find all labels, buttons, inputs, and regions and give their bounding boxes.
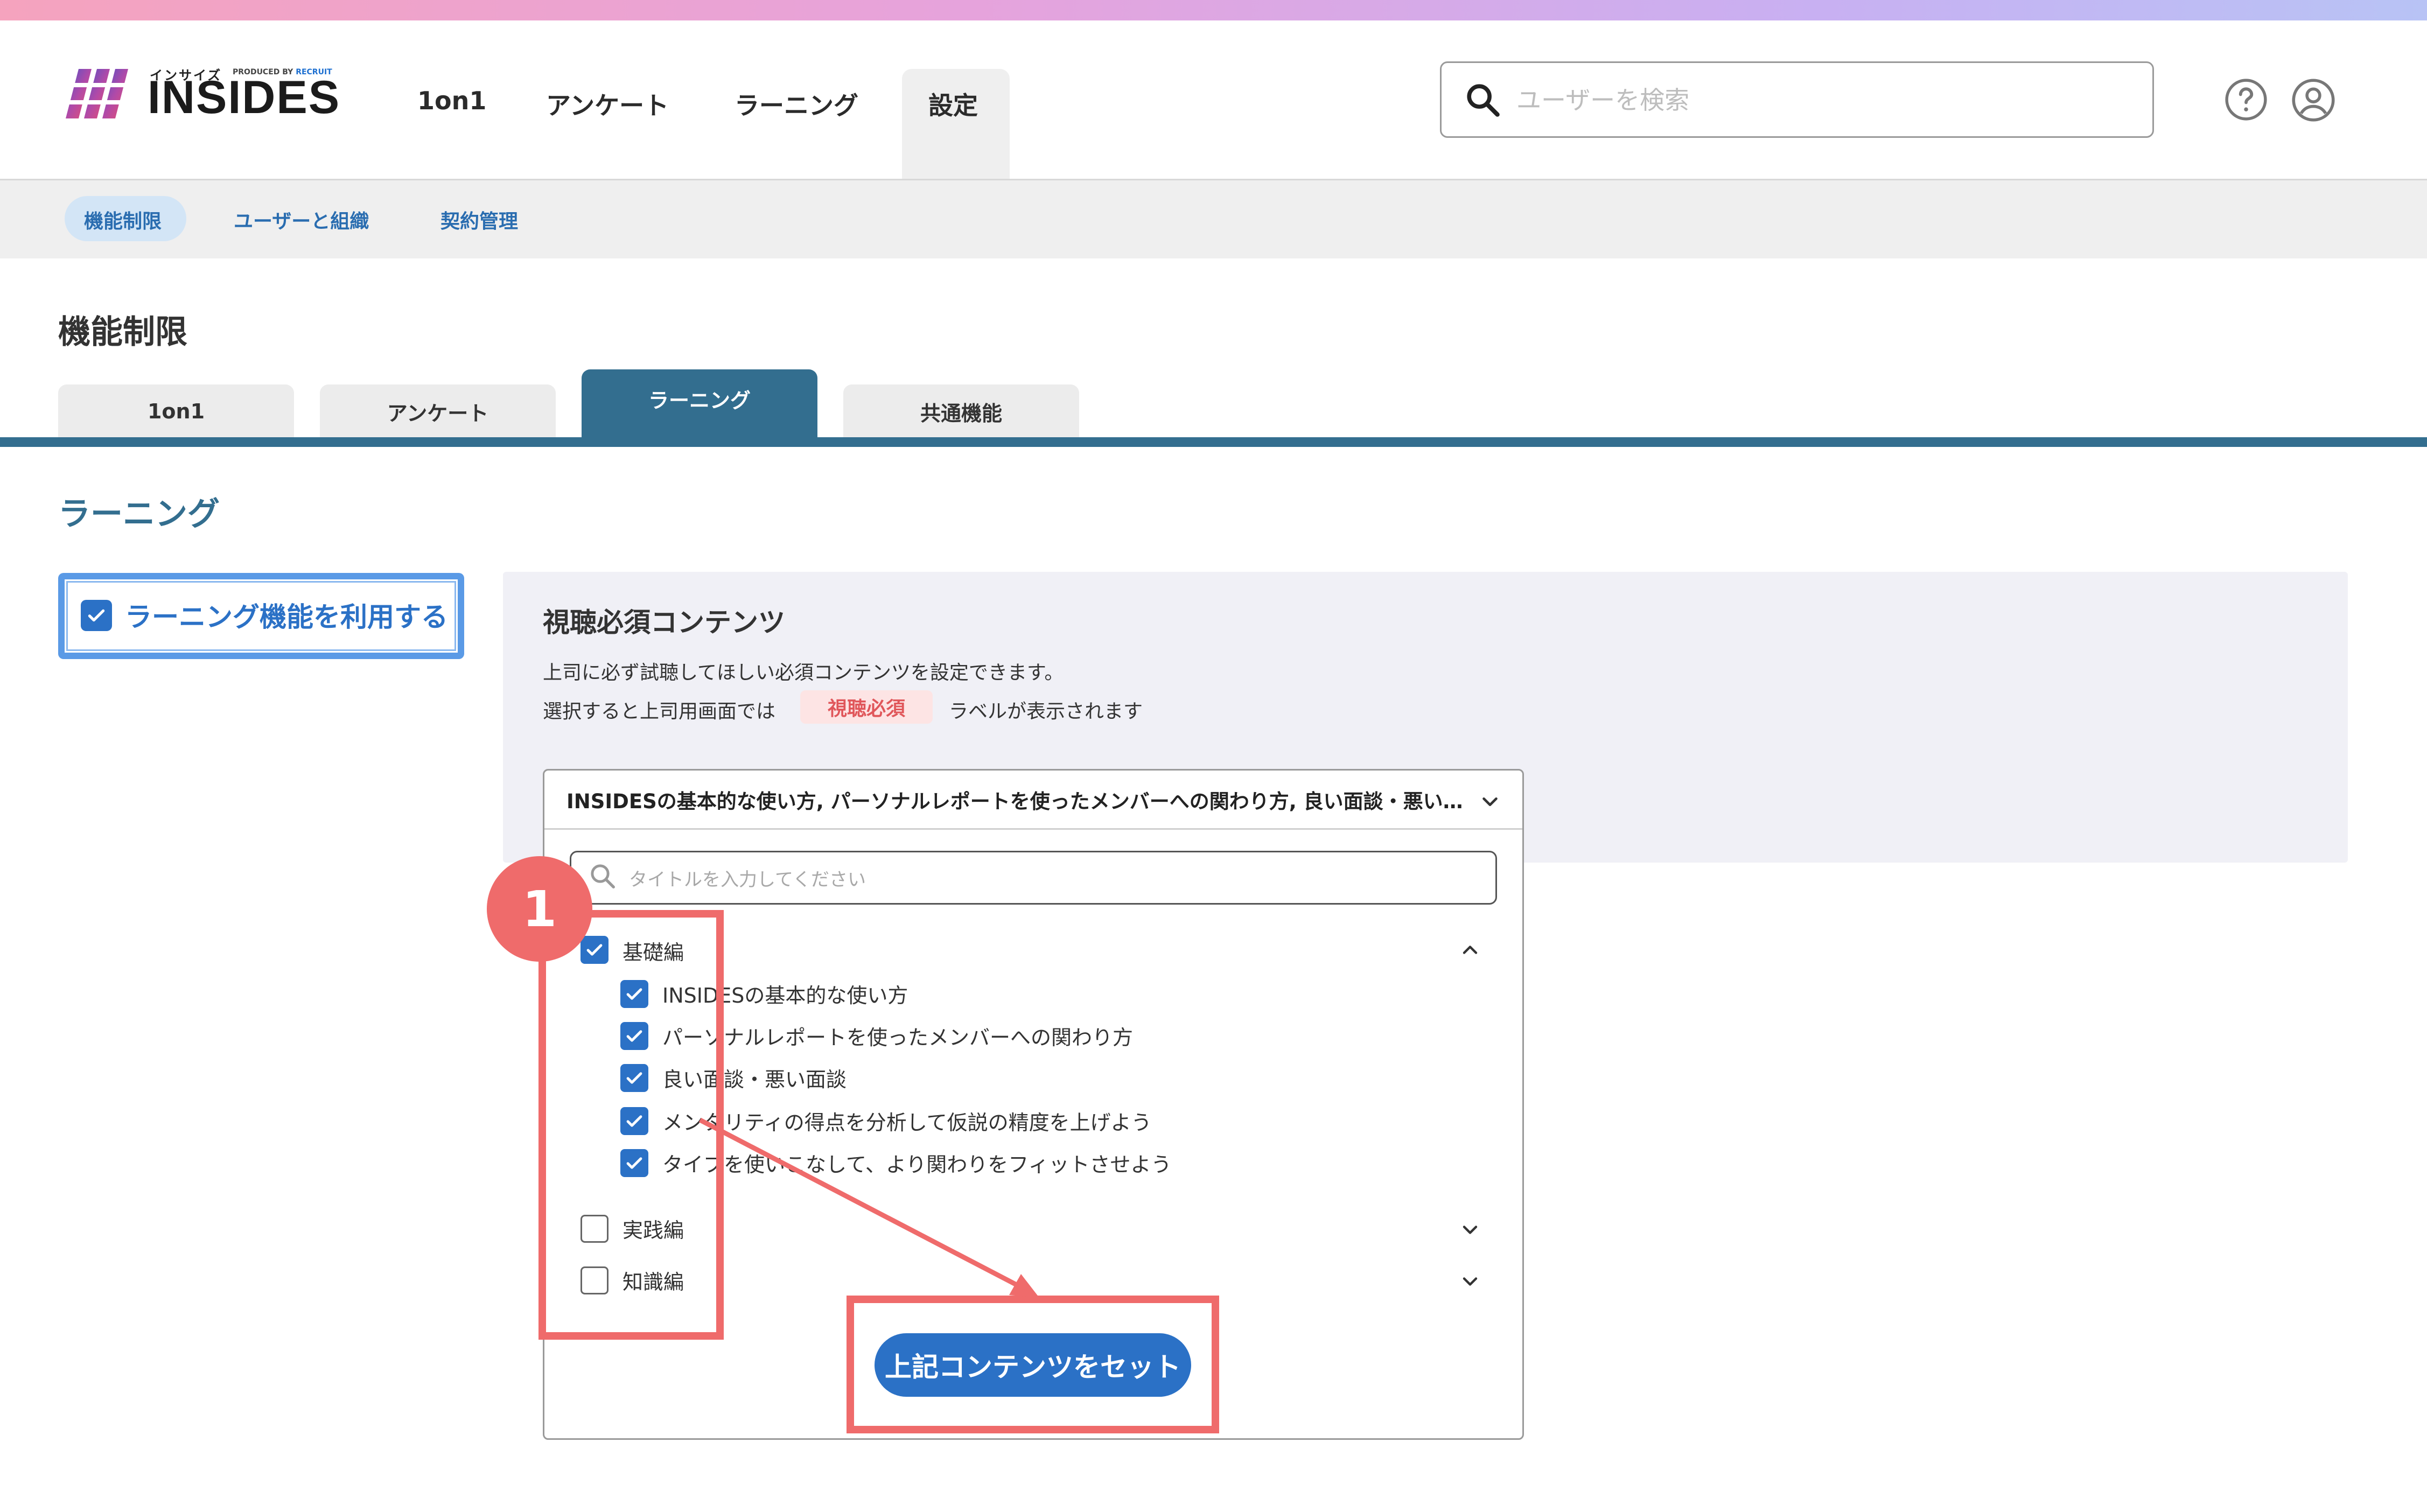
panel-description-2: 選択すると上司用画面では bbox=[543, 701, 776, 723]
dropdown-selected-value[interactable]: INSIDESの基本的な使い方, パーソナルレポートを使ったメンバーへの関わり方… bbox=[566, 785, 1463, 814]
tab-1on1[interactable]: 1on1 bbox=[58, 384, 294, 438]
annotation-highlight-checkboxes bbox=[538, 910, 724, 1340]
dropdown-divider bbox=[544, 828, 1522, 830]
filter-placeholder: タイトルを入力してください bbox=[629, 869, 866, 891]
panel-title: 視聴必須コンテンツ bbox=[543, 607, 785, 638]
nav-item-survey[interactable]: アンケート bbox=[546, 86, 669, 122]
chevron-down-icon[interactable] bbox=[1458, 1218, 1482, 1242]
tab-common-features[interactable]: 共通機能 bbox=[843, 384, 1079, 438]
chevron-up-icon[interactable] bbox=[1458, 938, 1482, 962]
item-label[interactable]: タイプを使いこなして、より関わりをフィットさせよう bbox=[662, 1148, 1171, 1178]
nav-active-background bbox=[902, 69, 1010, 179]
user-account-icon[interactable] bbox=[2291, 78, 2336, 123]
search-icon bbox=[1467, 84, 1500, 117]
logo-text: INSIDES bbox=[148, 72, 341, 123]
search-placeholder: ユーザーを検索 bbox=[1516, 86, 1690, 115]
help-icon[interactable] bbox=[2224, 78, 2268, 122]
nav-item-settings[interactable]: 設定 bbox=[928, 86, 978, 122]
chevron-down-icon[interactable] bbox=[1478, 789, 1502, 814]
page-title: 機能制限 bbox=[58, 313, 187, 351]
top-gradient-strip bbox=[0, 0, 2427, 20]
item-label[interactable]: メンタリティの得点を分析して仮説の精度を上げよう bbox=[662, 1106, 1152, 1136]
tab-learning[interactable]: ラーニング bbox=[582, 369, 817, 438]
subnav-item-feature-restriction[interactable]: 機能制限 bbox=[84, 206, 162, 234]
learning-enable-label[interactable]: ラーニング機能を利用する bbox=[125, 596, 448, 634]
tab-underline bbox=[0, 437, 2427, 447]
chevron-down-icon[interactable] bbox=[1458, 1270, 1482, 1293]
tab-survey[interactable]: アンケート bbox=[320, 384, 556, 438]
check-icon bbox=[88, 609, 105, 622]
section-title: ラーニング bbox=[58, 495, 220, 533]
nav-item-learning[interactable]: ラーニング bbox=[735, 86, 858, 122]
learning-enable-checkbox[interactable] bbox=[81, 600, 112, 631]
panel-description-1: 上司に必ず試聴してほしい必須コンテンツを設定できます。 bbox=[543, 662, 1064, 684]
subnav-item-contract[interactable]: 契約管理 bbox=[440, 206, 518, 234]
insides-logo-icon[interactable] bbox=[64, 67, 134, 121]
step-number-badge: 1 bbox=[487, 856, 592, 962]
panel-description-3: ラベルが表示されます bbox=[949, 701, 1143, 723]
annotation-highlight-button bbox=[847, 1296, 1219, 1433]
required-view-badge: 視聴必須 bbox=[800, 690, 933, 724]
item-label[interactable]: パーソナルレポートを使ったメンバーへの関わり方 bbox=[662, 1021, 1133, 1051]
nav-item-1on1[interactable]: 1on1 bbox=[417, 86, 486, 115]
search-icon bbox=[591, 864, 615, 888]
subnav-item-users-org[interactable]: ユーザーと組織 bbox=[234, 206, 369, 234]
